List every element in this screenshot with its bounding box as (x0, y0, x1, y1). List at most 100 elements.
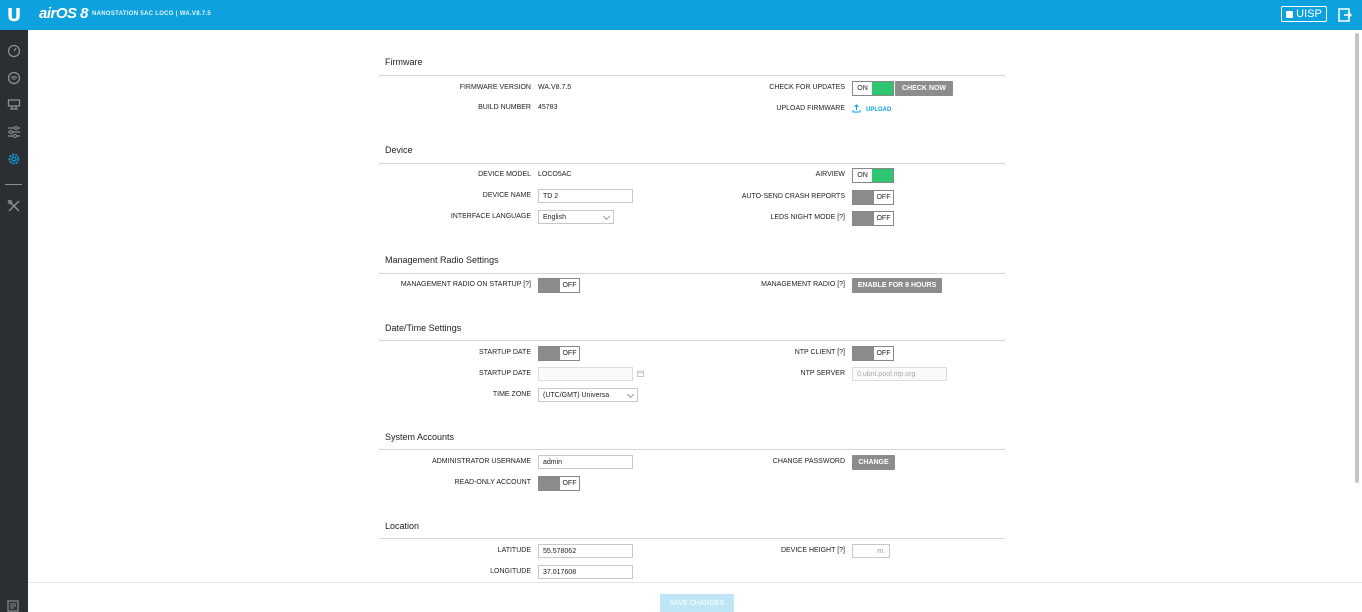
section-title-location: Location (385, 521, 420, 531)
airview-label: AIRVIEW (815, 171, 845, 178)
ntp-server-input[interactable]: 0.ubnt.pool.ntp.org (852, 367, 947, 381)
log-icon[interactable] (7, 600, 19, 612)
device-height-label: DEVICE HEIGHT [?] (780, 547, 845, 554)
network-icon (7, 99, 21, 110)
toggle-knob (539, 279, 560, 292)
toggle-knob (872, 82, 893, 95)
airos-brand: airOS 8 (39, 5, 89, 22)
device-subtitle: NANOSTATION 5AC LOCO | WA.V8.7.5 (92, 11, 212, 17)
toggle-state: OFF (562, 282, 577, 289)
selected-time-zone: (UTC/GMT) Universa (543, 392, 610, 399)
toggle-state: OFF (876, 350, 891, 357)
upload-link[interactable]: UPLOAD (866, 107, 891, 113)
time-zone-label: TIME ZONE (492, 391, 531, 398)
ubiquiti-logo-icon[interactable]: U (0, 0, 28, 30)
scrollbar[interactable] (1355, 33, 1359, 483)
wireless-icon (7, 71, 21, 85)
upload-icon[interactable] (852, 104, 861, 113)
footer-bar: SAVE CHANGES (28, 582, 1362, 612)
build-number-label: BUILD NUMBER (478, 104, 531, 111)
sidebar-bottom (0, 582, 28, 612)
mgmt-radio-startup-label: MANAGEMENT RADIO ON STARTUP [?] (400, 281, 531, 288)
toggle-knob (539, 477, 560, 490)
device-model-value: LOCO5AC (538, 171, 572, 178)
ntp-client-label: NTP CLIENT [?] (794, 349, 845, 356)
toggle-knob (872, 169, 893, 182)
startup-date-toggle-label: STARTUP DATE (479, 349, 531, 356)
startup-date-label: STARTUP DATE (479, 370, 531, 377)
section-divider (379, 449, 1005, 450)
latitude-input[interactable]: 55.578062 (538, 544, 633, 558)
ntp-server-label: NTP SERVER (800, 370, 845, 377)
firmware-version-value: WA.V8.7.5 (538, 84, 572, 91)
sidebar-item-tools[interactable] (0, 194, 28, 218)
chevron-down-icon (602, 212, 611, 221)
admin-username-label: ADMINISTRATOR USERNAME (432, 458, 531, 465)
section-divider (379, 340, 1005, 341)
check-updates-toggle[interactable]: ON (852, 81, 894, 96)
section-title-system-accounts: System Accounts (385, 432, 455, 442)
section-divider (379, 273, 1005, 274)
section-divider (379, 163, 1005, 164)
toggle-knob (853, 191, 874, 204)
crash-reports-toggle[interactable]: OFF (852, 190, 894, 205)
save-changes-button[interactable]: SAVE CHANGES (660, 594, 734, 612)
device-height-input[interactable]: m. (852, 544, 890, 558)
toggle-state: ON (857, 172, 868, 179)
toggle-knob (539, 347, 560, 360)
admin-username-input[interactable]: admin (538, 455, 633, 469)
uisp-label: UISP (1296, 8, 1322, 20)
longitude-label: LONGITUDE (490, 568, 531, 575)
calendar-icon[interactable] (637, 370, 644, 377)
toggle-state: OFF (876, 194, 891, 201)
time-zone-select[interactable]: (UTC/GMT) Universa (538, 388, 638, 402)
startup-date-input[interactable] (538, 367, 633, 381)
leds-night-mode-label: LEDS NIGHT MODE [?] (770, 214, 845, 221)
change-password-label: CHANGE PASSWORD (772, 458, 845, 465)
settings-content[interactable]: Firmware FIRMWARE VERSION WA.V8.7.5 BUIL… (28, 30, 1362, 582)
section-title-firmware: Firmware (385, 57, 423, 67)
toggle-state: OFF (876, 215, 891, 222)
top-bar: U airOS 8 NANOSTATION 5AC LOCO | WA.V8.7… (0, 0, 1362, 30)
toggle-state: ON (857, 85, 868, 92)
ntp-client-toggle[interactable]: OFF (852, 346, 894, 361)
device-name-input[interactable]: TD 2 (538, 189, 633, 203)
mgmt-radio-startup-toggle[interactable]: OFF (538, 278, 580, 293)
section-title-datetime: Date/Time Settings (385, 323, 462, 333)
sidebar-item-wireless[interactable] (0, 66, 28, 90)
change-password-button[interactable]: CHANGE (852, 455, 895, 470)
readonly-account-toggle[interactable]: OFF (538, 476, 580, 491)
startup-date-toggle[interactable]: OFF (538, 346, 580, 361)
section-title-management-radio: Management Radio Settings (385, 255, 499, 265)
check-now-button[interactable]: CHECK NOW (895, 81, 953, 96)
logout-icon[interactable] (1338, 8, 1352, 22)
readonly-account-label: READ-ONLY ACCOUNT (454, 479, 531, 486)
sidebar-item-services[interactable] (0, 120, 28, 144)
chevron-down-icon (626, 390, 635, 399)
leds-night-mode-toggle[interactable]: OFF (852, 211, 894, 226)
firmware-version-label: FIRMWARE VERSION (459, 84, 531, 91)
toggle-state: OFF (562, 480, 577, 487)
upload-firmware-label: UPLOAD FIRMWARE (776, 105, 845, 112)
check-updates-label: CHECK FOR UPDATES (769, 84, 845, 91)
settings-gear-icon (8, 153, 20, 165)
sidebar-item-network[interactable] (0, 93, 28, 117)
toggle-knob (853, 212, 874, 225)
sidebar-item-settings[interactable] (0, 147, 28, 171)
services-icon (8, 126, 20, 138)
crash-reports-label: AUTO-SEND CRASH REPORTS (741, 193, 845, 200)
toggle-state: OFF (562, 350, 577, 357)
uisp-icon (1286, 10, 1294, 18)
sidebar-item-dashboard[interactable] (0, 39, 28, 63)
selected-language: English (543, 214, 566, 221)
enable-8-hours-button[interactable]: ENABLE FOR 8 HOURS (852, 278, 942, 293)
section-divider (379, 538, 1005, 539)
uisp-button[interactable]: UISP (1281, 6, 1327, 22)
device-name-label: DEVICE NAME (482, 192, 531, 199)
longitude-input[interactable]: 37.017608 (538, 565, 633, 579)
interface-language-select[interactable]: English (538, 210, 614, 224)
latitude-label: LATITUDE (497, 547, 531, 554)
airview-toggle[interactable]: ON (852, 168, 894, 183)
tools-icon (7, 199, 20, 212)
interface-language-label: INTERFACE LANGUAGE (450, 213, 531, 220)
